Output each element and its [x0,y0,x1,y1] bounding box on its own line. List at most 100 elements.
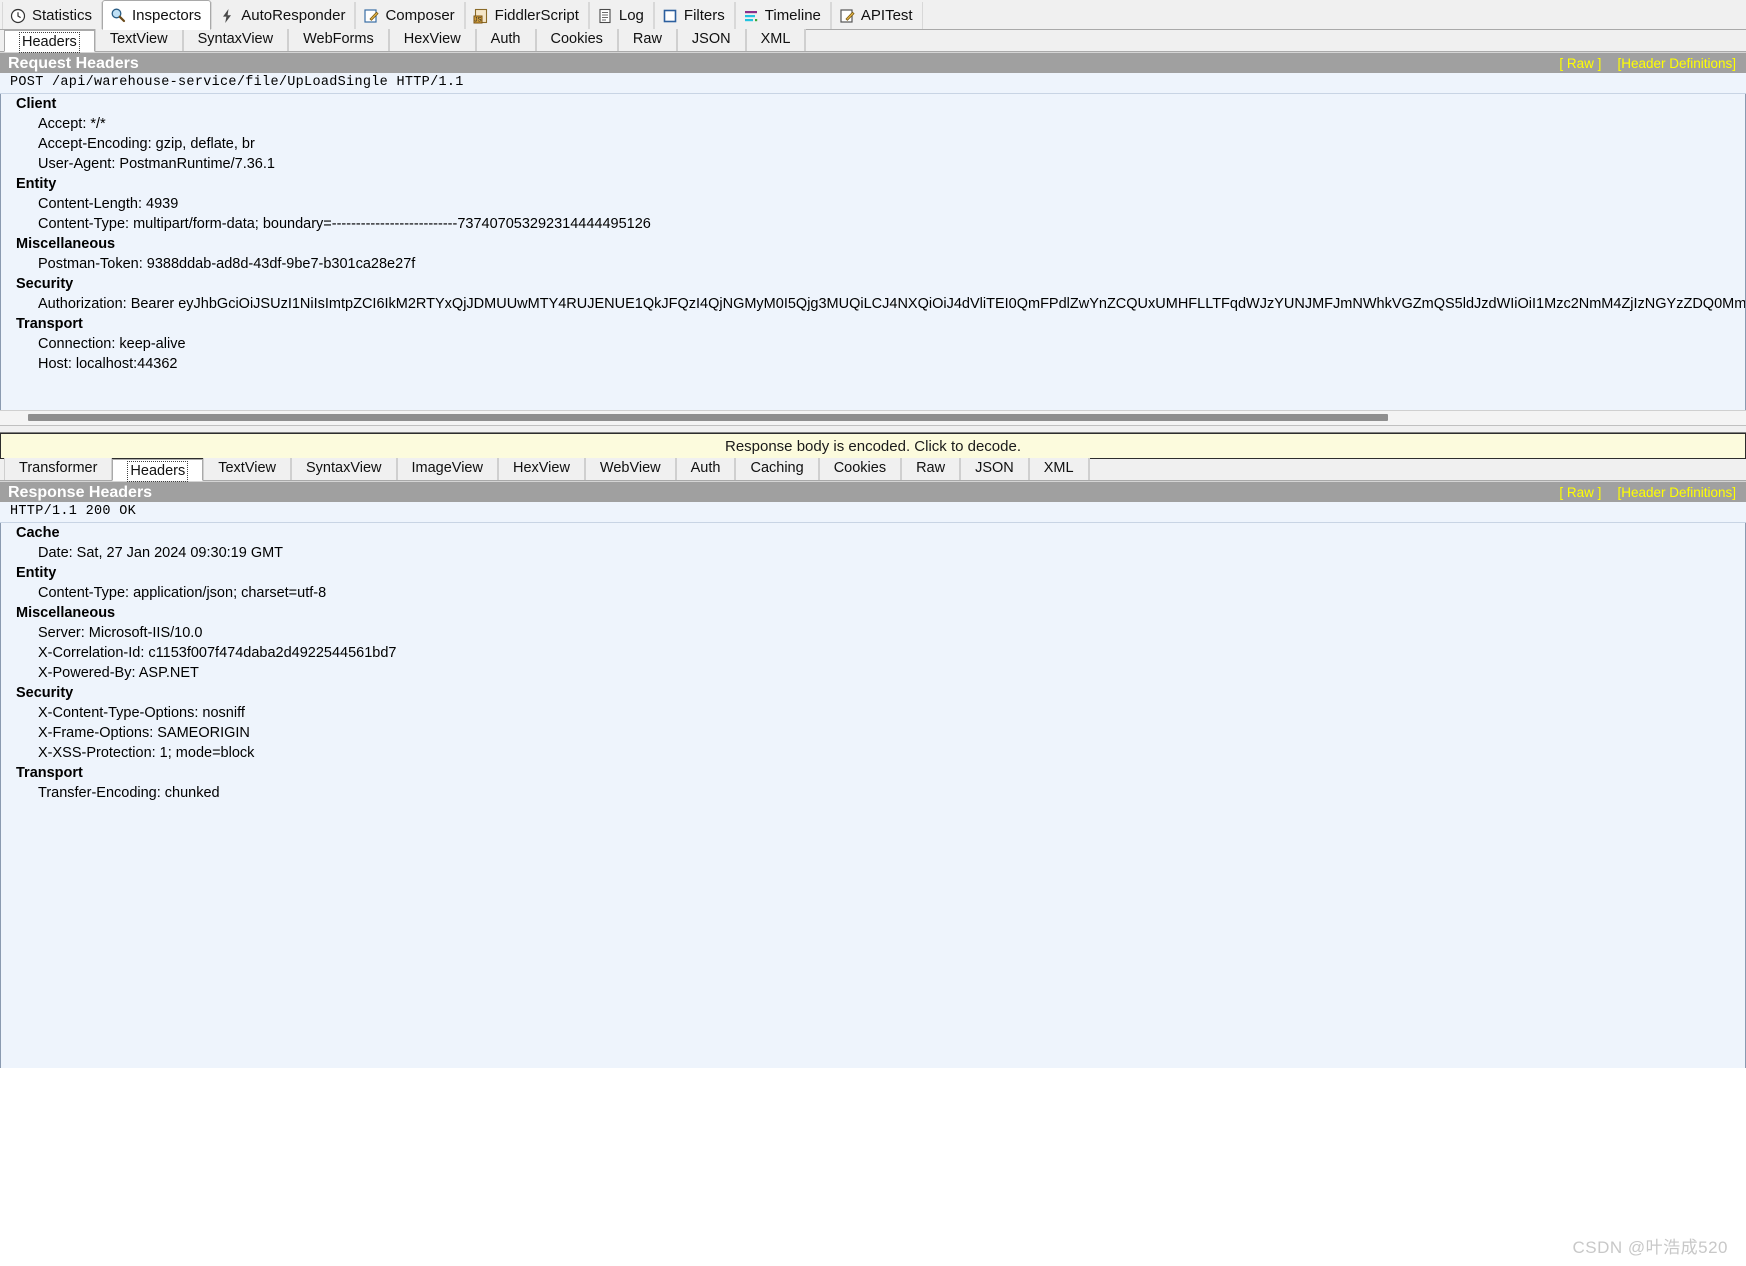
response-tab-hexview[interactable]: HexView [497,458,585,480]
request-horizontal-scrollbar[interactable] [0,410,1746,425]
request-tab-filler [805,29,1746,51]
response-tab-auth[interactable]: Auth [675,458,736,480]
request-header-links: [ Raw ] [Header Definitions] [1559,53,1736,74]
response-tab-raw[interactable]: Raw [901,458,961,480]
tab-label: Cookies [833,460,887,476]
response-tab-caching[interactable]: Caching [735,458,819,480]
response-tab-transformer[interactable]: Transformer [4,458,113,480]
pane-splitter[interactable] [0,425,1746,433]
header-row[interactable]: Transfer-Encoding: chunked [1,783,1745,803]
request-tab-xml[interactable]: XML [745,29,806,51]
filters-square-icon [661,7,679,25]
header-row[interactable]: Content-Length: 4939 [1,194,1745,214]
response-tab-xml[interactable]: XML [1028,458,1089,480]
response-tab-textview[interactable]: TextView [203,458,291,480]
request-tab-cookies[interactable]: Cookies [535,29,618,51]
response-tab-syntaxview[interactable]: SyntaxView [291,458,397,480]
statistics-icon [9,7,27,25]
header-row[interactable]: X-Frame-Options: SAMEORIGIN [1,723,1745,743]
header-row[interactable]: Accept-Encoding: gzip, deflate, br [1,134,1745,154]
response-tab-headers[interactable]: Headers [112,459,204,482]
response-tab-cookies[interactable]: Cookies [818,458,902,480]
main-tab-composer[interactable]: Composer [355,2,465,29]
main-tab-label: Composer [385,7,455,24]
header-row[interactable]: Accept: */* [1,114,1745,134]
tab-label: XML [760,31,791,47]
header-group-title: Transport [16,316,83,332]
main-tab-label: AutoResponder [241,7,346,24]
main-tab-log[interactable]: Log [588,2,654,29]
main-tab-label: Statistics [32,7,93,24]
main-tab-label: APITest [860,7,913,24]
header-row[interactable]: X-Content-Type-Options: nosniff [1,703,1745,723]
tab-label: Raw [632,31,662,47]
request-tab-textview[interactable]: TextView [94,29,183,51]
request-tab-json[interactable]: JSON [676,29,746,51]
request-tab-headers[interactable]: Headers [4,30,95,53]
svg-text:JS: JS [474,17,481,23]
request-inspector-tab-strip: Headers TextView SyntaxView WebForms HexView… [0,29,1746,53]
main-tab-timeline[interactable]: Timeline [734,2,831,29]
tab-label: Auth [490,31,521,47]
header-row[interactable]: Connection: keep-alive [1,334,1745,354]
watermark: CSDN @叶浩成520 [1572,1238,1728,1257]
header-row[interactable]: Content-Type: multipart/form-data; bound… [1,214,1745,234]
response-header-definitions-link[interactable]: [Header Definitions] [1617,482,1736,503]
header-row[interactable]: Content-Type: application/json; charset=… [1,583,1745,603]
header-row[interactable]: Server: Microsoft-IIS/10.0 [1,623,1745,643]
main-tab-label: Filters [683,7,725,24]
header-row[interactable]: X-Correlation-Id: c1153f007f474daba2d492… [1,643,1745,663]
header-group-title: Security [16,685,74,701]
main-tab-inspectors[interactable]: Inspectors [102,0,212,30]
request-raw-link[interactable]: [ Raw ] [1559,53,1601,74]
response-tab-webview[interactable]: WebView [584,458,676,480]
header-row[interactable]: Host: localhost:44362 [1,354,1745,374]
header-group-title: Entity [16,565,57,581]
header-row[interactable]: Date: Sat, 27 Jan 2024 09:30:19 GMT [1,543,1745,563]
tab-label: TextView [109,31,168,47]
header-row[interactable]: X-Powered-By: ASP.NET [1,663,1745,683]
header-row[interactable]: X-XSS-Protection: 1; mode=block [1,743,1745,763]
request-tab-webforms[interactable]: WebForms [288,29,389,51]
request-headers-list[interactable]: Client Accept: */* Accept-Encoding: gzip, … [0,94,1746,410]
request-tab-auth[interactable]: Auth [475,29,536,51]
response-inspector-tab-strip: Transformer Headers TextView SyntaxView Imag… [0,458,1746,482]
tab-label: JSON [691,31,731,47]
tab-label: HexView [403,31,461,47]
tab-label: ImageView [411,460,483,476]
main-tab-apitest[interactable]: APITest [830,2,923,29]
tab-label: TextView [218,460,276,476]
main-tab-label: FiddlerScript [494,7,579,24]
request-tab-hexview[interactable]: HexView [388,29,476,51]
request-scrollbar-thumb[interactable] [28,414,1388,421]
tab-label: HexView [512,460,570,476]
main-tab-statistics[interactable]: Statistics [2,2,103,29]
header-row[interactable]: Authorization: Bearer eyJhbGciOiJSUzI1Ni… [1,294,1745,314]
tab-label: Raw [916,460,946,476]
request-headers-title-bar: Request Headers [ Raw ] [Header Definiti… [0,52,1746,73]
header-row[interactable]: User-Agent: PostmanRuntime/7.36.1 [1,154,1745,174]
response-tab-imageview[interactable]: ImageView [396,458,498,480]
header-group-title: Client [16,96,57,112]
tab-label: SyntaxView [197,31,274,47]
response-tab-json[interactable]: JSON [960,458,1029,480]
request-tab-syntaxview[interactable]: SyntaxView [182,29,289,51]
main-tab-filters[interactable]: Filters [653,2,735,29]
response-encoded-notice[interactable]: Response body is encoded. Click to decod… [0,433,1746,459]
main-tab-fiddlerscript[interactable]: JS FiddlerScript [464,2,589,29]
header-group-title: Entity [16,176,57,192]
compose-pencil-icon [362,7,380,25]
response-headers-list[interactable]: Cache Date: Sat, 27 Jan 2024 09:30:19 GMT… [0,523,1746,1068]
request-tab-raw[interactable]: Raw [617,29,677,51]
main-tab-label: Timeline [764,7,821,24]
header-row[interactable]: Postman-Token: 9388ddab-ad8d-43df-9be7-b… [1,254,1745,274]
request-headers-title: Request Headers [8,55,139,72]
script-js-icon: JS [472,7,490,25]
tab-label: Cookies [550,31,603,47]
main-tab-label: Log [618,7,644,24]
request-header-definitions-link[interactable]: [Header Definitions] [1617,53,1736,74]
header-group-title: Miscellaneous [16,605,116,621]
response-raw-link[interactable]: [ Raw ] [1559,482,1601,503]
header-group-title: Miscellaneous [16,236,116,252]
main-tab-autoresponder[interactable]: AutoResponder [211,2,356,29]
